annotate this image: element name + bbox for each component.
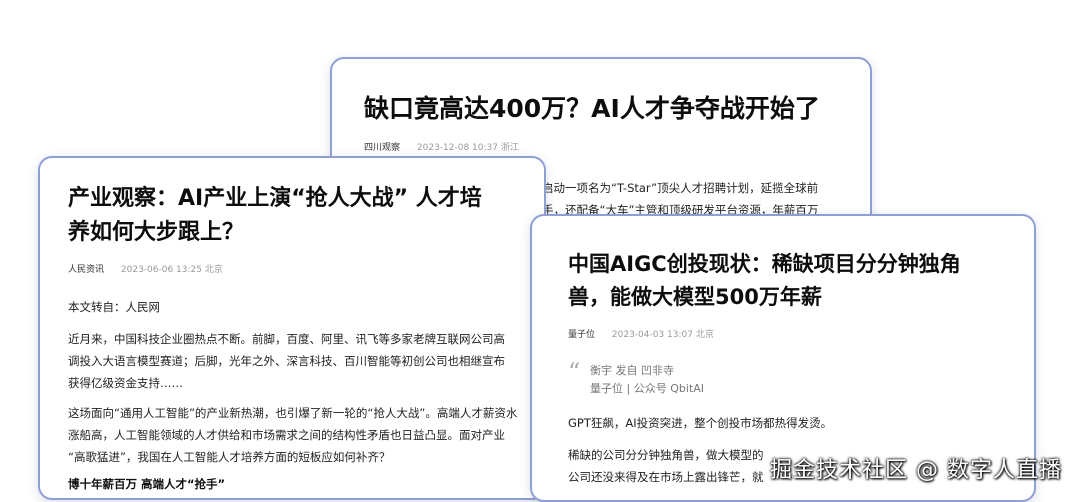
body-line: 调投入大语言模型赛道；后脚，光年之外、深言科技、百川智能等初创公司也相继宣布 — [68, 354, 505, 368]
article-meta: 量子位 2023-04-03 13:07 北京 — [568, 327, 714, 340]
quote-block: “ 衡宇 发自 凹非寺 量子位 | 公众号 QbitAI — [568, 358, 704, 398]
article-source: 量子位 — [568, 330, 596, 340]
body-line: 近月来，中国科技企业圈热点不断。前脚，百度、阿里、讯飞等多家老牌互联网公司高 — [68, 332, 505, 346]
body-line: GPT狂飙，AI投资突进，整个创投市场都热得发烫。 — [568, 416, 833, 430]
article-meta: 四川观察 2023-12-08 10:37 浙江 — [364, 140, 519, 153]
title-line: 中国AIGC创投现状：稀缺项目分分钟独角 — [568, 252, 961, 276]
article-date: 2023-04-03 13:07 — [611, 330, 693, 340]
article-location: 浙江 — [500, 143, 519, 153]
repost-note: 本文转自：人民网 — [68, 300, 160, 314]
article-title[interactable]: 产业观察：AI产业上演“抢人大战” 人才培 养如何大步跟上？ — [68, 184, 482, 248]
article-location: 北京 — [695, 330, 714, 340]
watermark: 掘金技术社区 @ 数字人直播 — [770, 458, 1062, 483]
article-date: 2023-06-06 13:25 — [120, 265, 202, 275]
body-line: 启动一项名为“T-Star”顶尖人才招聘计划，延揽全球前 — [542, 181, 819, 195]
body-line: “高歌猛进”，我国在人工智能人才培养方面的短板应如何补齐？ — [68, 450, 391, 464]
article-source: 人民资讯 — [68, 265, 105, 275]
article-meta: 人民资讯 2023-06-06 13:25 北京 — [68, 262, 223, 275]
article-body: 本文转自：人民网 近月来，中国科技企业圈热点不断。前脚，百度、阿里、讯飞等多家老… — [68, 296, 528, 492]
title-line: 养如何大步跟上？ — [68, 220, 245, 245]
article-title[interactable]: 中国AIGC创投现状：稀缺项目分分钟独角 兽，能做大模型500万年薪 — [568, 250, 961, 312]
quote-account: 量子位 | 公众号 QbitAI — [590, 382, 704, 395]
body-line: 获得亿级资金支持…… — [68, 376, 183, 390]
section-subheading: 博十年薪百万 高端人才“抢手” — [68, 477, 226, 491]
body-line: 这场面向“通用人工智能”的产业新热潮，也引爆了新一轮的“抢人大战”。高端人才薪资… — [68, 406, 518, 420]
title-line: 产业观察：AI产业上演“抢人大战” 人才培 — [68, 186, 482, 211]
quote-mark-icon: “ — [568, 358, 581, 386]
article-location: 北京 — [204, 265, 223, 275]
quote-author: 衡宇 发自 凹非寺 — [590, 364, 674, 377]
article-source: 四川观察 — [364, 143, 401, 153]
body-line: 涨船高，人工智能领域的人才供给和市场需求之间的结构性矛盾也日益凸显。面对产业 — [68, 428, 505, 442]
article-card-industry-observation[interactable]: 产业观察：AI产业上演“抢人大战” 人才培 养如何大步跟上？ 人民资讯 2023… — [38, 156, 546, 500]
article-date: 2023-12-08 10:37 — [416, 143, 498, 153]
article-title[interactable]: 缺口竟高达400万？AI人才争夺战开始了 — [364, 89, 820, 125]
title-line: 兽，能做大模型500万年薪 — [568, 285, 822, 309]
